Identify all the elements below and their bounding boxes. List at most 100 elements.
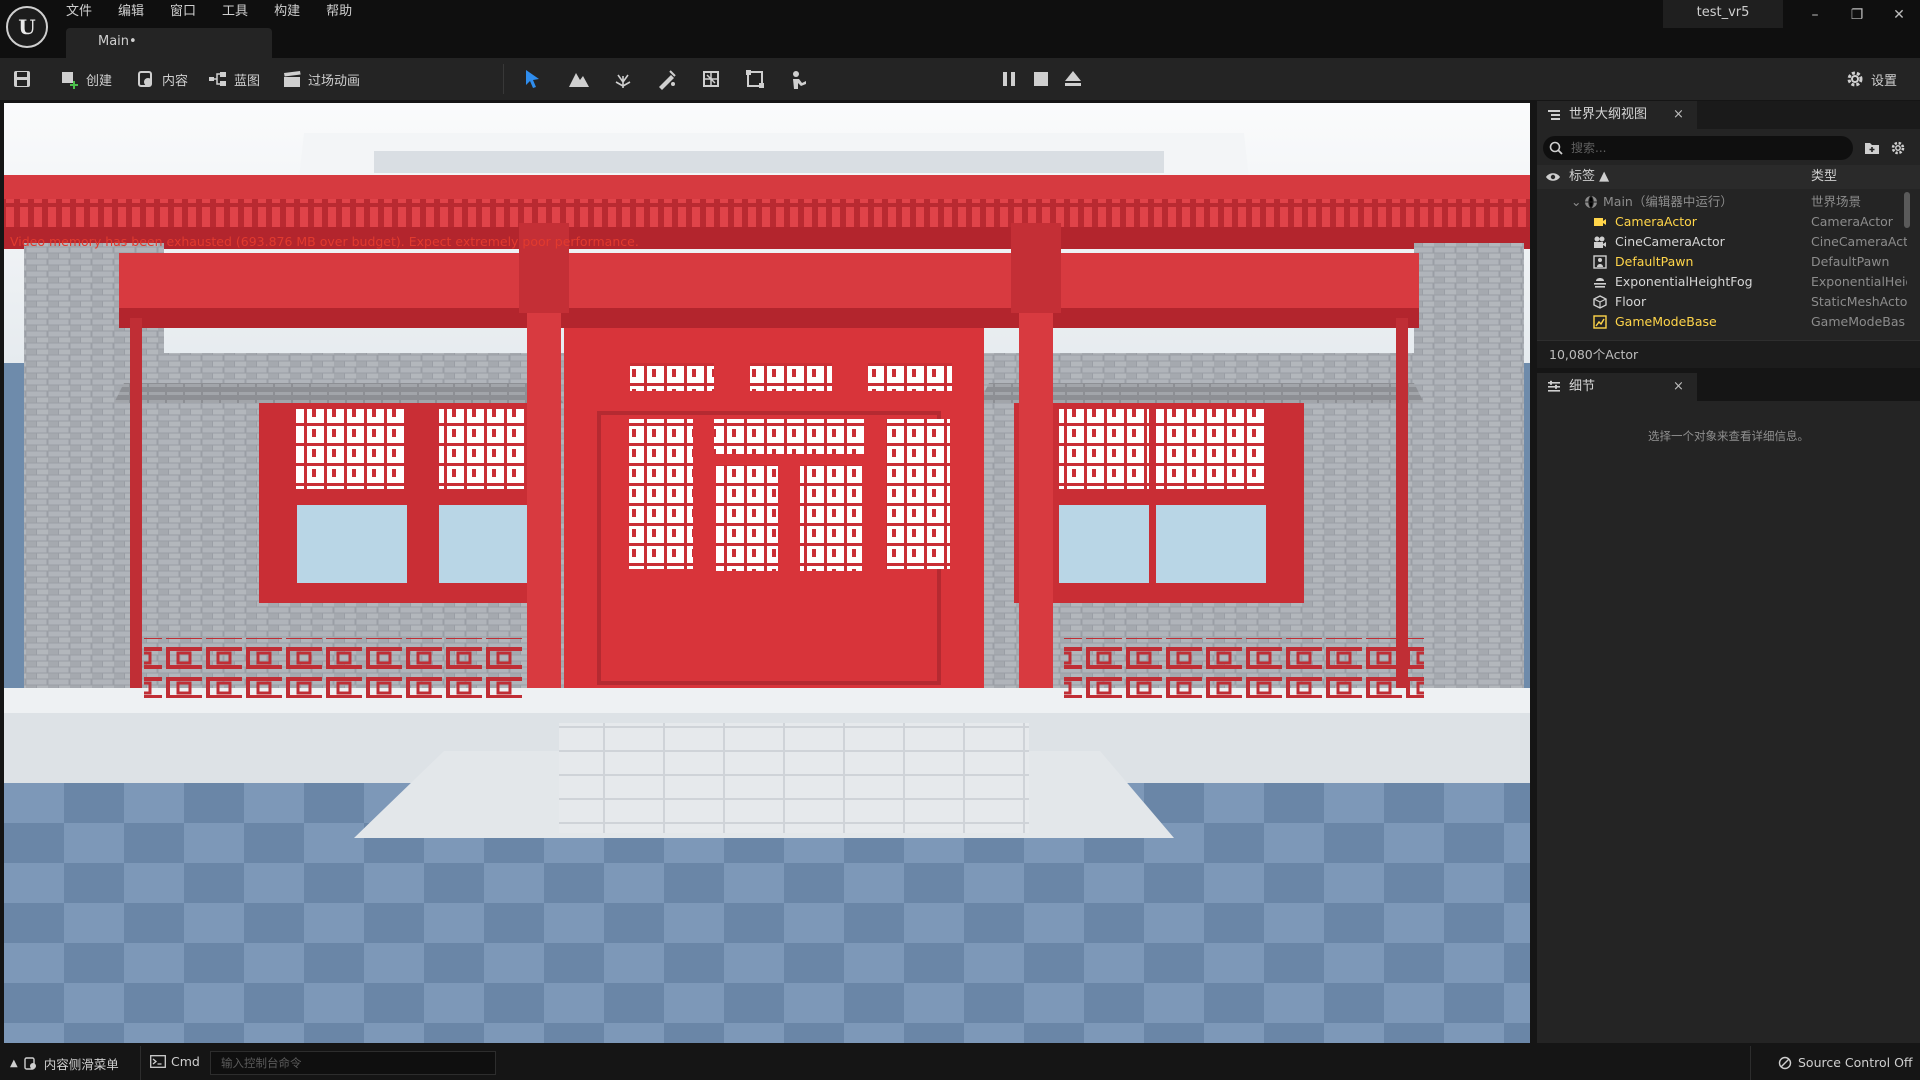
outliner-row-type: ExponentialHeig bbox=[1811, 274, 1907, 289]
select-mode-icon[interactable] bbox=[522, 68, 544, 90]
cinematics-label: 过场动画 bbox=[308, 73, 361, 89]
outliner-title: 世界大纲视图 bbox=[1569, 107, 1648, 122]
outliner-row-type: DefaultPawn bbox=[1811, 254, 1890, 269]
fog-icon bbox=[1594, 278, 1606, 288]
minimize-button[interactable]: – bbox=[1794, 0, 1836, 30]
content-drawer-label: 内容侧滑菜单 bbox=[43, 1057, 119, 1072]
fracture-mode-icon[interactable] bbox=[700, 68, 722, 90]
toolbar-separator bbox=[503, 64, 504, 94]
expand-chevron-icon[interactable]: ⌄ bbox=[1571, 192, 1581, 212]
outliner-root-type: 世界场景 bbox=[1811, 194, 1862, 209]
camera-icon bbox=[1594, 218, 1606, 226]
outliner-row-label: DefaultPawn bbox=[1615, 254, 1694, 269]
menu-bar: 文件 编辑 窗口 工具 构建 帮助 bbox=[66, 2, 378, 22]
blueprint-icon bbox=[209, 72, 226, 86]
outliner-close-icon[interactable]: × bbox=[1673, 101, 1684, 129]
animation-mode-icon[interactable] bbox=[788, 68, 810, 90]
blueprint-button[interactable]: 蓝图 bbox=[208, 58, 260, 100]
cmd-label: Cmd bbox=[171, 1054, 200, 1069]
content-button[interactable]: 内容 bbox=[136, 58, 188, 100]
menu-file[interactable]: 文件 bbox=[66, 2, 104, 22]
source-control-label: Source Control Off bbox=[1798, 1055, 1913, 1070]
create-label: 创建 bbox=[86, 73, 113, 89]
content-label: 内容 bbox=[162, 73, 189, 89]
pause-icon[interactable] bbox=[998, 68, 1020, 90]
outliner-row-label: GameModeBase bbox=[1615, 314, 1717, 329]
actor-count: 10,080个Actor bbox=[1537, 340, 1920, 368]
pawn-icon bbox=[1593, 255, 1607, 269]
project-name-tab[interactable]: test_vr5 bbox=[1663, 0, 1783, 28]
status-separator bbox=[1750, 1046, 1751, 1080]
mesh-paint-mode-icon[interactable] bbox=[656, 68, 678, 90]
content-icon bbox=[138, 71, 152, 87]
add-folder-icon[interactable] bbox=[1864, 140, 1880, 156]
settings-button[interactable]: 设置 bbox=[1845, 58, 1897, 100]
outliner-row-type: GameModeBas bbox=[1811, 314, 1906, 329]
stop-icon[interactable] bbox=[1030, 68, 1052, 90]
outliner-row-label: Floor bbox=[1615, 294, 1647, 309]
landscape-mode-icon[interactable] bbox=[568, 68, 590, 90]
outliner-row[interactable]: GameModeBase GameModeBas bbox=[1537, 312, 1912, 332]
eject-icon[interactable] bbox=[1062, 68, 1084, 90]
content-drawer-button[interactable]: ▲ 内容侧滑菜单 bbox=[10, 1054, 119, 1073]
column-type[interactable]: 类型 bbox=[1811, 165, 1837, 189]
close-window-button[interactable]: ✕ bbox=[1878, 0, 1920, 30]
details-panel bbox=[1537, 401, 1920, 1043]
outliner-row[interactable]: CameraActor CameraActor bbox=[1537, 212, 1912, 232]
details-icon bbox=[1548, 380, 1560, 392]
create-button[interactable]: 创建 bbox=[60, 58, 112, 100]
outliner-row[interactable]: Floor StaticMeshActo bbox=[1537, 292, 1912, 312]
outliner-row-type: StaticMeshActo bbox=[1811, 294, 1907, 309]
outliner-row[interactable]: DefaultPawn DefaultPawn bbox=[1537, 252, 1912, 272]
chevron-up-icon: ▲ bbox=[10, 1058, 18, 1069]
static-mesh-icon bbox=[1593, 295, 1607, 309]
world-icon bbox=[1585, 195, 1597, 209]
clapperboard-icon bbox=[284, 71, 301, 87]
create-actor-icon bbox=[62, 72, 78, 89]
menu-tools[interactable]: 工具 bbox=[222, 2, 260, 22]
outliner-row[interactable]: CineCameraActor CineCameraAct bbox=[1537, 232, 1912, 252]
content-drawer-icon bbox=[24, 1056, 36, 1070]
outliner-row[interactable]: ExponentialHeightFog ExponentialHeig bbox=[1537, 272, 1912, 292]
outliner-column-header: 标签 ▲ 类型 bbox=[1537, 165, 1920, 189]
restore-button[interactable]: ❐ bbox=[1836, 0, 1878, 30]
search-placeholder: 搜索... bbox=[1571, 141, 1607, 155]
menu-build[interactable]: 构建 bbox=[274, 2, 312, 22]
column-label[interactable]: 标签 ▲ bbox=[1569, 165, 1609, 189]
menu-help[interactable]: 帮助 bbox=[326, 2, 364, 22]
visibility-eye-icon[interactable] bbox=[1545, 171, 1561, 183]
details-tab[interactable]: 细节 × bbox=[1537, 373, 1697, 401]
outliner-row-type: CineCameraAct bbox=[1811, 234, 1907, 249]
unreal-logo[interactable]: U bbox=[6, 6, 48, 48]
outliner-icon bbox=[1548, 110, 1560, 120]
menu-window[interactable]: 窗口 bbox=[170, 2, 208, 22]
outliner-root-label: Main（编辑器中运行） bbox=[1603, 194, 1733, 209]
console-command-input[interactable]: 输入控制台命令 bbox=[210, 1051, 496, 1075]
terminal-icon bbox=[150, 1055, 166, 1068]
outliner-search-input[interactable]: 搜索... bbox=[1543, 136, 1853, 160]
outliner-row-label: ExponentialHeightFog bbox=[1615, 274, 1753, 289]
cmd-button[interactable]: Cmd bbox=[150, 1054, 200, 1069]
cinematics-button[interactable]: 过场动画 bbox=[282, 58, 360, 100]
menu-edit[interactable]: 编辑 bbox=[118, 2, 156, 22]
outliner-scrollbar[interactable] bbox=[1904, 192, 1910, 228]
actor-count-text: 10,080个Actor bbox=[1549, 347, 1639, 362]
search-icon bbox=[1549, 141, 1563, 155]
video-memory-warning: Video memory has been exhausted (693.876… bbox=[10, 234, 639, 249]
outliner-row-label: CineCameraActor bbox=[1615, 234, 1725, 249]
source-control-button[interactable]: Source Control Off bbox=[1778, 1055, 1913, 1070]
details-close-icon[interactable]: × bbox=[1673, 373, 1684, 401]
outliner-row-type: CameraActor bbox=[1811, 214, 1893, 229]
settings-label: 设置 bbox=[1871, 73, 1898, 89]
outliner-tab[interactable]: 世界大纲视图 × bbox=[1537, 101, 1697, 129]
outliner-row-label: CameraActor bbox=[1615, 214, 1697, 229]
details-title: 细节 bbox=[1569, 379, 1596, 394]
details-empty-message: 选择一个对象来查看详细信息。 bbox=[1648, 429, 1809, 443]
outliner-settings-gear-icon[interactable] bbox=[1890, 140, 1906, 156]
outliner-root-row[interactable]: ⌄ Main（编辑器中运行） 世界场景 bbox=[1537, 192, 1912, 212]
foliage-mode-icon[interactable] bbox=[612, 68, 634, 90]
game-mode-icon bbox=[1593, 315, 1607, 329]
save-button[interactable] bbox=[12, 58, 32, 100]
brush-edit-mode-icon[interactable] bbox=[744, 68, 766, 90]
level-tab-main[interactable]: Main• bbox=[66, 28, 272, 58]
